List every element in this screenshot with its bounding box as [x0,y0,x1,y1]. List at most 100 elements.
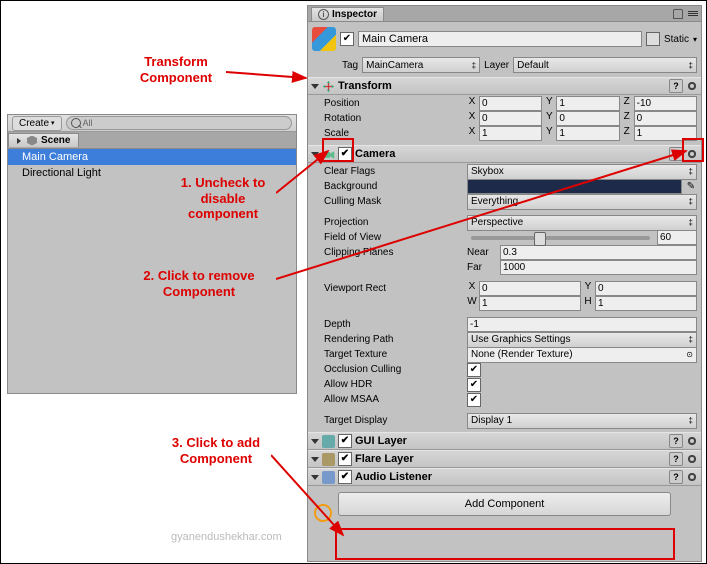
far-label: Far [467,262,497,273]
culling-dropdown[interactable]: Everything‡ [467,194,697,210]
transform-icon [322,80,335,93]
hierarchy-item-main-camera[interactable]: Main Camera [8,149,296,165]
camera-gear-icon[interactable] [686,148,698,160]
gear-icon[interactable] [686,453,698,465]
viewport-y[interactable]: 0 [595,281,697,296]
clip-label: Clipping Planes [312,247,464,258]
tag-label: Tag [342,60,358,71]
fov-label: Field of View [312,232,464,243]
static-label: Static [664,34,689,45]
help-icon[interactable]: ? [669,434,683,448]
foldout-icon [311,457,319,462]
scale-label: Scale [312,128,464,139]
clear-flags-dropdown[interactable]: Skybox‡ [467,164,697,180]
gui-layer-icon [322,435,335,448]
hierarchy-panel: Create ▾ All Scene Main Camera Direction… [7,114,297,394]
help-icon[interactable]: ? [669,79,683,93]
msaa-label: Allow MSAA [312,394,464,405]
projection-label: Projection [312,217,464,228]
gameobject-header: ✔ Main Camera Static ▾ [308,22,701,56]
position-y[interactable]: 1 [556,96,619,111]
rotation-z[interactable]: 0 [634,111,697,126]
search-icon [71,118,81,128]
occlusion-label: Occlusion Culling [312,364,464,375]
depth-label: Depth [312,319,464,330]
transform-body: PositionX0Y1Z-10 RotationX0Y0Z0 ScaleX1Y… [308,95,701,145]
scale-x[interactable]: 1 [479,126,542,141]
panel-menu-icon[interactable] [688,11,698,16]
hdr-label: Allow HDR [312,379,464,390]
hierarchy-search[interactable]: All [66,116,292,130]
background-color[interactable] [467,179,682,194]
static-checkbox[interactable] [646,32,660,46]
gameobject-icon[interactable] [312,27,336,51]
rotation-x[interactable]: 0 [479,111,542,126]
lock-icon[interactable] [673,9,683,19]
near-value[interactable]: 0.3 [500,245,697,260]
gear-icon[interactable] [686,471,698,483]
flare-layer-header[interactable]: ✔ Flare Layer ? [308,450,701,468]
foldout-icon [311,84,319,89]
msaa-checkbox[interactable]: ✔ [467,393,481,407]
foldout-icon [311,439,319,444]
eyedropper-icon[interactable]: ✎ [685,181,697,193]
gameobject-name-field[interactable]: Main Camera [358,31,642,47]
inspector-icon: i [318,9,329,20]
target-tex-label: Target Texture [312,349,464,360]
inspector-tabbar: i Inspector [308,6,701,22]
occlusion-checkbox[interactable]: ✔ [467,363,481,377]
scale-z[interactable]: 1 [634,126,697,141]
gear-icon[interactable] [686,435,698,447]
camera-header[interactable]: ✔ Camera ? [308,145,701,163]
target-texture-field[interactable]: None (Render Texture)⊙ [467,347,697,363]
transform-header[interactable]: Transform ? [308,77,701,95]
near-label: Near [467,247,497,258]
target-display-dropdown[interactable]: Display 1‡ [467,413,697,429]
add-component-wrap: Add Component [308,486,701,522]
help-icon[interactable]: ? [669,147,683,161]
arrow-transform [226,64,314,84]
layer-label: Layer [484,60,509,71]
projection-dropdown[interactable]: Perspective‡ [467,215,697,231]
static-dropdown-icon[interactable]: ▾ [693,35,697,44]
viewport-x[interactable]: 0 [479,281,581,296]
camera-enable-checkbox[interactable]: ✔ [338,147,352,161]
scene-icon [27,136,37,146]
gear-icon[interactable] [686,80,698,92]
help-icon[interactable]: ? [669,470,683,484]
inspector-tab[interactable]: i Inspector [311,7,384,21]
camera-body: Clear FlagsSkybox‡ Background✎ Culling M… [308,163,701,432]
create-button[interactable]: Create ▾ [12,116,62,131]
gui-layer-header[interactable]: ✔ GUI Layer ? [308,432,701,450]
audio-listener-checkbox[interactable]: ✔ [338,470,352,484]
position-x[interactable]: 0 [479,96,542,111]
far-value[interactable]: 1000 [500,260,697,275]
culling-label: Culling Mask [312,196,464,207]
fov-value[interactable]: 60 [657,230,697,245]
position-z[interactable]: -10 [634,96,697,111]
depth-value[interactable]: -1 [467,317,697,332]
scale-y[interactable]: 1 [556,126,619,141]
hierarchy-item-directional-light[interactable]: Directional Light [8,165,296,181]
viewport-h[interactable]: 1 [595,296,697,311]
fov-slider[interactable] [471,236,650,240]
inspector-panel: i Inspector ✔ Main Camera Static ▾ Tag M… [307,5,702,562]
tag-layer-row: Tag MainCamera‡ Layer Default‡ [308,56,701,77]
tag-dropdown[interactable]: MainCamera‡ [362,57,480,73]
audio-listener-header[interactable]: ✔ Audio Listener ? [308,468,701,486]
clear-flags-label: Clear Flags [312,166,464,177]
hierarchy-toolbar: Create ▾ All [8,115,296,132]
help-icon[interactable]: ? [669,452,683,466]
layer-dropdown[interactable]: Default‡ [513,57,697,73]
add-component-button[interactable]: Add Component [338,492,671,516]
position-label: Position [312,98,464,109]
gui-layer-checkbox[interactable]: ✔ [338,434,352,448]
flare-layer-checkbox[interactable]: ✔ [338,452,352,466]
rotation-y[interactable]: 0 [556,111,619,126]
gameobject-active-checkbox[interactable]: ✔ [340,32,354,46]
scene-tab[interactable]: Scene [8,133,79,147]
hierarchy-tabbar: Scene [8,132,296,149]
hdr-checkbox[interactable]: ✔ [467,378,481,392]
viewport-w[interactable]: 1 [479,296,581,311]
render-path-dropdown[interactable]: Use Graphics Settings‡ [467,332,697,348]
